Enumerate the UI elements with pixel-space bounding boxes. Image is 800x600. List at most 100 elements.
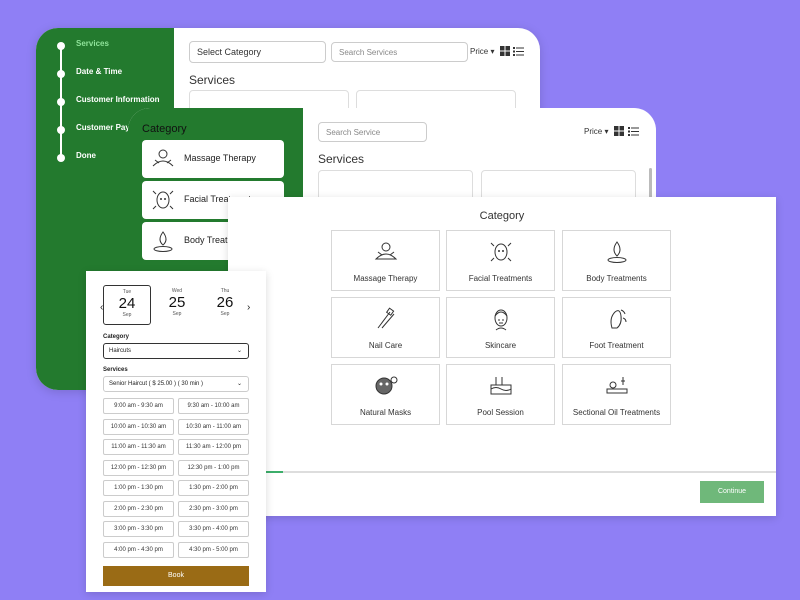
massage-icon (152, 149, 174, 167)
foot-icon (610, 309, 627, 329)
tile-natural-masks[interactable]: Natural Masks (331, 364, 440, 425)
date-month: Sep (122, 312, 132, 318)
date-option[interactable]: Wed 25 Sep (153, 285, 201, 325)
services-label: Services (103, 367, 128, 373)
date-picker: Tue 24 Sep Wed 25 Sep Thu 26 Sep (100, 285, 254, 325)
price-sort-dropdown[interactable]: Price ▾ (584, 127, 608, 136)
search-service-input[interactable]: Search Service (318, 122, 427, 142)
tile-body-treatments[interactable]: Body Treatments (562, 230, 671, 291)
category-item-massage[interactable]: Massage Therapy (142, 140, 284, 178)
mask-icon (375, 376, 398, 395)
tile-label: Nail Care (368, 341, 403, 350)
continue-button[interactable]: Continue (700, 481, 764, 503)
category-title: Category (479, 210, 525, 222)
date-day: 24 (118, 295, 136, 312)
time-slot-button[interactable]: 11:00 am - 11:30 am (103, 439, 174, 455)
time-slot-button[interactable]: 12:30 pm - 1:00 pm (178, 459, 249, 476)
tile-label: Facial Treatments (468, 274, 533, 283)
tile-label: Skincare (484, 341, 517, 350)
time-slot-button[interactable]: 3:00 pm - 3:30 pm (103, 521, 174, 537)
scrollbar[interactable] (649, 168, 652, 198)
date-month: Sep (220, 311, 230, 317)
date-day: 26 (216, 294, 234, 311)
tile-label: Foot Treatment (589, 341, 644, 350)
step-dot (57, 154, 65, 162)
services-heading: Services (318, 152, 365, 166)
progress-bar (228, 471, 776, 473)
category-heading: Category (142, 123, 187, 135)
booking-form-mobile: ‹ Tue 24 Sep Wed 25 Sep Thu 26 Sep › Cat… (86, 271, 266, 592)
service-select[interactable]: Senior Haircut ( $ 25.00 ) ( 30 min ) ⌄ (103, 376, 249, 392)
step-label: Customer Information (76, 95, 160, 104)
time-slot-button[interactable]: 2:30 pm - 3:00 pm (178, 500, 249, 517)
step-date-time[interactable]: Date & Time (36, 64, 174, 84)
tile-foot-treatment[interactable]: Foot Treatment (562, 297, 671, 358)
step-services[interactable]: Services (36, 36, 174, 56)
facial-icon (152, 190, 174, 210)
time-slot-button[interactable]: 1:00 pm - 1:30 pm (103, 480, 174, 496)
tile-label: Natural Masks (359, 408, 412, 417)
category-label: Category (103, 334, 130, 340)
time-slot-button[interactable]: 10:30 am - 11:00 am (178, 418, 249, 435)
category-value: Haircuts (109, 348, 132, 354)
tile-label: Massage Therapy (353, 274, 418, 283)
time-slot-button[interactable]: 3:30 pm - 4:00 pm (178, 521, 249, 537)
time-slot-button[interactable]: 10:00 am - 10:30 am (103, 418, 174, 435)
tile-nail-care[interactable]: Nail Care (331, 297, 440, 358)
category-select[interactable]: Select Category (189, 41, 326, 63)
step-label: Done (76, 151, 96, 160)
book-button[interactable]: Book (103, 566, 249, 586)
body-icon (153, 231, 173, 252)
category-grid: Massage Therapy Facial Treatments Body T… (331, 230, 672, 426)
tile-label: Body Treatments (586, 274, 647, 283)
list-view-icon (513, 47, 524, 56)
body-icon (607, 241, 627, 263)
time-slot-button[interactable]: 1:30 pm - 2:00 pm (178, 480, 249, 496)
tile-sectional-oil-treatments[interactable]: Sectional Oil Treatments (562, 364, 671, 425)
time-slot-button[interactable]: 9:30 am - 10:00 am (178, 398, 249, 414)
step-dot (57, 70, 65, 78)
step-dot (57, 126, 65, 134)
category-select[interactable]: Haircuts ⌄ (103, 343, 249, 359)
tile-massage-therapy[interactable]: Massage Therapy (331, 230, 440, 291)
time-slot-button[interactable]: 4:30 pm - 5:00 pm (178, 541, 249, 558)
tile-pool-session[interactable]: Pool Session (446, 364, 555, 425)
time-slot-button[interactable]: 12:00 pm - 12:30 pm (103, 459, 174, 476)
date-day: 25 (168, 294, 186, 311)
nail-icon (377, 307, 395, 329)
date-option-selected[interactable]: Tue 24 Sep (103, 285, 151, 325)
chevron-down-icon: ⌄ (236, 348, 242, 354)
time-slot-button[interactable]: 2:00 pm - 2:30 pm (103, 500, 174, 517)
price-sort-dropdown[interactable]: Price ▾ (470, 47, 494, 56)
category-label: Massage Therapy (184, 153, 256, 163)
tile-label: Sectional Oil Treatments (572, 408, 661, 417)
price-label: Price (584, 127, 603, 136)
step-dot (57, 98, 65, 106)
step-label: Services (76, 39, 109, 48)
date-option[interactable]: Thu 26 Sep (201, 285, 249, 325)
pool-icon (490, 377, 512, 395)
chevron-right-icon[interactable]: › (247, 302, 250, 313)
search-services-input[interactable]: Search Services (331, 42, 468, 62)
step-dot (57, 42, 65, 50)
facial-icon (490, 242, 512, 262)
category-dialog: Category Massage Therapy Facial Treatmen… (228, 197, 776, 516)
grid-view-icon[interactable] (614, 126, 640, 137)
time-slot-button[interactable]: 9:00 am - 9:30 am (103, 398, 174, 414)
skincare-icon (494, 309, 508, 331)
service-value: Senior Haircut ( $ 25.00 ) ( 30 min ) (109, 381, 204, 387)
step-label: Date & Time (76, 67, 123, 76)
grid-view-icon[interactable] (500, 46, 524, 57)
time-slot-button[interactable]: 11:30 am - 12:00 pm (178, 439, 249, 455)
date-month: Sep (172, 311, 182, 317)
list-view-icon (628, 127, 639, 136)
tile-label: Pool Session (477, 408, 524, 417)
oil-icon (606, 377, 628, 394)
price-label: Price (470, 47, 489, 56)
services-heading: Services (189, 73, 236, 87)
time-slot-button[interactable]: 4:00 pm - 4:30 pm (103, 541, 174, 558)
tile-facial-treatments[interactable]: Facial Treatments (446, 230, 555, 291)
tile-skincare[interactable]: Skincare (446, 297, 555, 358)
massage-icon (374, 242, 398, 260)
chevron-down-icon: ⌄ (236, 381, 242, 387)
